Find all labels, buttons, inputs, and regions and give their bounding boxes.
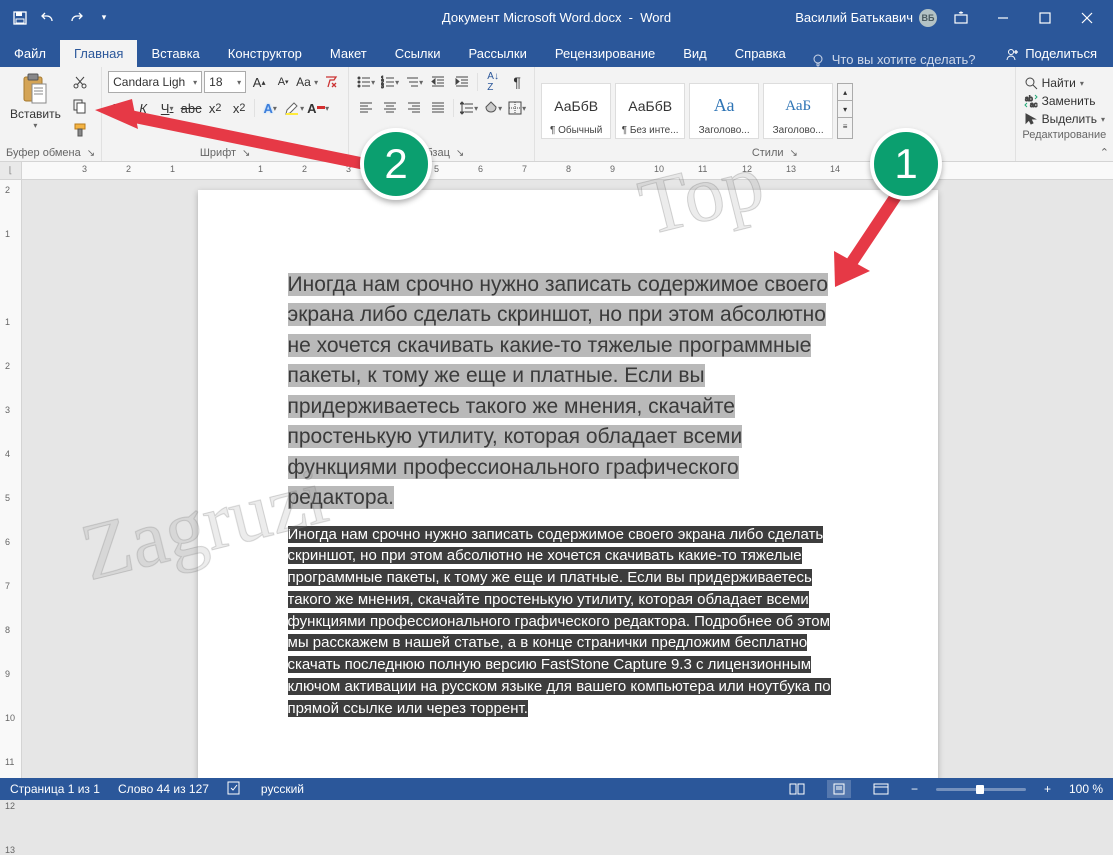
style-no-spacing[interactable]: АаБбВ¶ Без инте... [615, 83, 685, 139]
status-language[interactable]: русский [261, 782, 304, 796]
share-button[interactable]: Поделиться [989, 40, 1113, 67]
format-painter-button[interactable] [69, 119, 91, 141]
collapse-ribbon-button[interactable]: ⌃ [1100, 146, 1109, 159]
group-clipboard: Вставить ▾ Буфер обмена↘ [0, 67, 102, 161]
user-avatar[interactable]: ВБ [919, 9, 937, 27]
status-proofing-icon[interactable] [227, 781, 243, 798]
group-label-editing: Редактирование [1022, 129, 1106, 141]
paragraph-launcher[interactable]: ↘ [456, 148, 464, 159]
paragraph-1[interactable]: Иногда нам срочно нужно записать содержи… [288, 270, 848, 514]
window-title: Документ Microsoft Word.docx - Word [442, 10, 671, 25]
qat-dropdown[interactable]: ▾ [92, 6, 116, 30]
view-web-button[interactable] [869, 780, 893, 798]
shading-button[interactable]: ▾ [482, 97, 504, 119]
group-label-clipboard: Буфер обмена [6, 147, 81, 159]
style-heading2[interactable]: АаБЗаголово... [763, 83, 833, 139]
tab-layout[interactable]: Макет [316, 40, 381, 67]
status-bar: Страница 1 из 1 Слово 44 из 127 русский … [0, 778, 1113, 800]
replace-button[interactable]: abacЗаменить [1022, 93, 1107, 109]
show-marks-button[interactable]: ¶ [506, 71, 528, 93]
tab-help[interactable]: Справка [721, 40, 800, 67]
tab-references[interactable]: Ссылки [381, 40, 455, 67]
style-normal[interactable]: АаБбВ¶ Обычный [541, 83, 611, 139]
paste-label: Вставить [10, 107, 61, 121]
styles-gallery[interactable]: АаБбВ¶ Обычный АаБбВ¶ Без инте... АаЗаго… [541, 77, 853, 139]
title-bar: ▾ Документ Microsoft Word.docx - Word Ва… [0, 0, 1113, 35]
status-words[interactable]: Слово 44 из 127 [118, 782, 209, 796]
undo-button[interactable] [36, 6, 60, 30]
tab-view[interactable]: Вид [669, 40, 721, 67]
tell-me-search[interactable]: Что вы хотите сделать? [812, 52, 976, 67]
svg-text:ac: ac [1030, 102, 1038, 108]
close-button[interactable] [1069, 4, 1105, 32]
tab-home[interactable]: Главная [60, 40, 137, 67]
maximize-button[interactable] [1027, 4, 1063, 32]
cut-button[interactable] [69, 71, 91, 93]
tab-design[interactable]: Конструктор [214, 40, 316, 67]
ruler-vertical[interactable]: 2112345678910111213 [0, 180, 22, 778]
styles-launcher[interactable]: ↘ [790, 148, 798, 159]
annotation-badge-1: 1 [870, 128, 942, 200]
view-print-button[interactable] [827, 780, 851, 798]
app-name: Word [640, 10, 671, 25]
paragraph-2[interactable]: Иногда нам срочно нужно записать содержи… [288, 524, 848, 720]
line-spacing-button[interactable]: ▾ [458, 97, 480, 119]
chevron-down-icon: ▾ [33, 121, 37, 130]
minimize-button[interactable] [985, 4, 1021, 32]
multilevel-list-button[interactable]: ▾ [403, 71, 425, 93]
ruler-corner[interactable]: ⌊ [0, 162, 22, 179]
copy-button[interactable] [69, 95, 91, 117]
zoom-out-button[interactable]: − [911, 782, 918, 796]
user-name[interactable]: Василий Батькавич [795, 10, 913, 25]
save-button[interactable] [8, 6, 32, 30]
tab-review[interactable]: Рецензирование [541, 40, 669, 67]
styles-scroll[interactable]: ▴▾≡ [837, 83, 853, 139]
tab-mailings[interactable]: Рассылки [454, 40, 540, 67]
share-label: Поделиться [1025, 46, 1097, 61]
align-justify-button[interactable] [427, 97, 449, 119]
document-name: Документ Microsoft Word.docx [442, 10, 622, 25]
paste-button[interactable]: Вставить ▾ [6, 71, 65, 132]
view-read-button[interactable] [785, 780, 809, 798]
zoom-in-button[interactable]: + [1044, 782, 1051, 796]
style-heading1[interactable]: АаЗаголово... [689, 83, 759, 139]
sort-button[interactable]: A↓Z [482, 71, 504, 93]
quick-access-toolbar: ▾ [0, 6, 116, 30]
group-styles: АаБбВ¶ Обычный АаБбВ¶ Без инте... АаЗаго… [535, 67, 1015, 161]
tab-insert[interactable]: Вставка [137, 40, 213, 67]
zoom-slider[interactable] [936, 788, 1026, 791]
group-editing: Найти▾ abacЗаменить Выделить▾ Редактиров… [1016, 67, 1113, 161]
ribbon-tabs: Файл Главная Вставка Конструктор Макет С… [0, 35, 1113, 67]
tab-file[interactable]: Файл [0, 40, 60, 67]
ribbon-options-button[interactable] [943, 4, 979, 32]
borders-button[interactable]: ▾ [506, 97, 528, 119]
group-label-styles: Стили [752, 147, 784, 159]
increase-indent-button[interactable] [451, 71, 473, 93]
tell-me-label: Что вы хотите сделать? [832, 52, 976, 67]
redo-button[interactable] [64, 6, 88, 30]
annotation-badge-2: 2 [360, 128, 432, 200]
zoom-level[interactable]: 100 % [1069, 782, 1103, 796]
status-page[interactable]: Страница 1 из 1 [10, 782, 100, 796]
select-button[interactable]: Выделить▾ [1022, 111, 1107, 127]
align-right-button[interactable] [403, 97, 425, 119]
decrease-indent-button[interactable] [427, 71, 449, 93]
annotation-arrow-2 [90, 85, 385, 185]
find-button[interactable]: Найти▾ [1022, 75, 1107, 91]
